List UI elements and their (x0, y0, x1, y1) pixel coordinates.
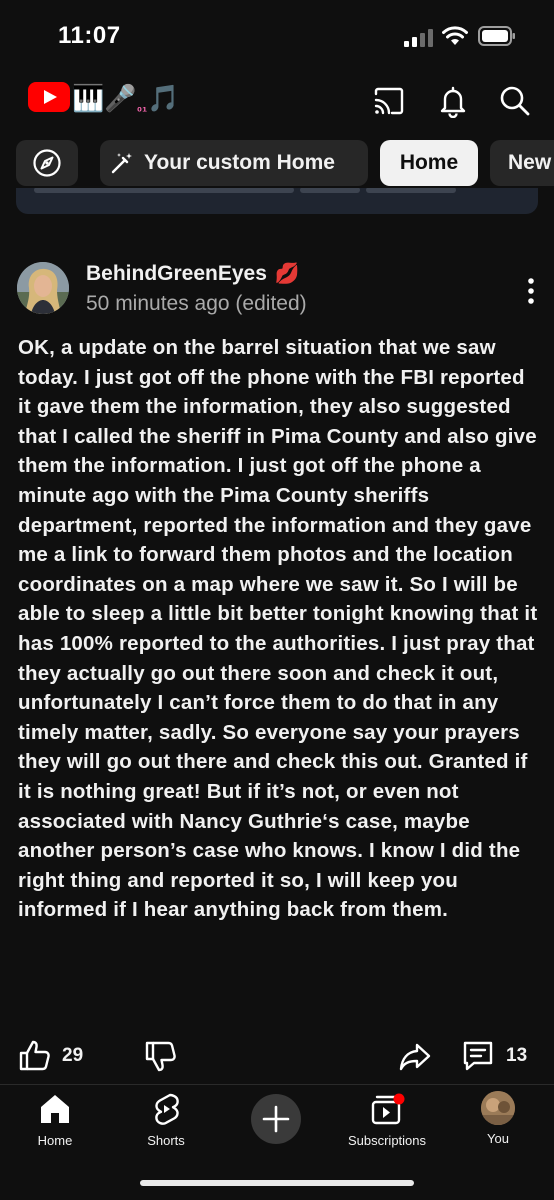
wifi-icon (442, 26, 468, 45)
post-body-text: OK, a update on the barrel situation tha… (18, 336, 538, 922)
nav-you-label: You (487, 1131, 509, 1146)
nav-shorts[interactable]: Shorts (116, 1091, 216, 1148)
like-count: 29 (62, 1045, 84, 1066)
app-header: 🎹 🎤 ₀₁ 🎵 (0, 72, 554, 132)
notifications-bell-icon[interactable] (436, 84, 470, 118)
post-action-row: 29 13 (0, 1036, 554, 1080)
home-chip[interactable]: Home (380, 140, 478, 186)
thumbs-up-icon (19, 1040, 50, 1071)
home-icon (41, 1095, 69, 1123)
notification-dot (393, 1093, 405, 1105)
explore-chip[interactable] (16, 140, 78, 186)
comment-icon (463, 1041, 493, 1071)
author-avatar-image (17, 262, 69, 314)
post-timestamp: 50 minutes ago (edited) (86, 292, 307, 315)
battery-icon (478, 26, 515, 46)
more-options-icon[interactable] (520, 276, 542, 306)
nav-you[interactable]: You (448, 1091, 548, 1146)
lips-emoji: 💋 (274, 263, 300, 285)
piano-emoji: 🎹 (72, 83, 105, 113)
custom-home-chip-label: Your custom Home (144, 151, 335, 174)
share-button[interactable] (398, 1036, 432, 1076)
music-note-emoji: 🎵 (147, 83, 180, 113)
nav-subscriptions[interactable]: Subscriptions (337, 1091, 437, 1148)
compass-icon (33, 149, 61, 177)
subscript-number-text: ₀₁ (136, 100, 148, 114)
filter-chips-row: Your custom Home Home New (0, 140, 554, 188)
plus-icon (262, 1105, 290, 1133)
subscriptions-icon (371, 1093, 405, 1125)
post-author-name: BehindGreenEyes (86, 261, 267, 285)
nav-home-label: Home (37, 1133, 73, 1148)
create-button[interactable] (251, 1094, 301, 1144)
microphone-emoji: 🎤 (104, 83, 137, 113)
magic-wand-icon (111, 153, 132, 174)
comment-count: 13 (506, 1045, 528, 1066)
nav-subscriptions-label: Subscriptions (347, 1133, 427, 1148)
dislike-button[interactable] (144, 1036, 178, 1076)
home-indicator (140, 1180, 414, 1186)
youtube-logo[interactable] (28, 82, 70, 112)
user-avatar (481, 1091, 515, 1125)
cast-icon[interactable] (372, 84, 406, 118)
new-chip-label: New (508, 151, 552, 174)
nav-home[interactable]: Home (5, 1091, 105, 1148)
like-button[interactable]: 29 (18, 1036, 83, 1076)
home-chip-label: Home (399, 151, 459, 174)
previous-card-text-fragment (34, 188, 494, 194)
status-time: 11:07 (58, 22, 121, 49)
comments-button[interactable]: 13 (460, 1036, 527, 1076)
thumbs-down-icon (145, 1041, 176, 1072)
cellular-signal-icon (404, 29, 433, 47)
previous-card-peek (16, 188, 538, 214)
custom-home-chip[interactable]: Your custom Home (100, 140, 368, 186)
post-author[interactable]: BehindGreenEyes 💋 (86, 261, 300, 286)
channel-emoji-decoration: 🎹 🎤 ₀₁ 🎵 (72, 80, 180, 116)
author-avatar[interactable] (17, 262, 69, 314)
share-arrow-icon (399, 1043, 431, 1071)
status-bar: 11:07 (0, 0, 554, 72)
new-chip[interactable]: New (490, 140, 554, 186)
nav-shorts-label: Shorts (147, 1133, 185, 1148)
shorts-icon (155, 1093, 179, 1125)
search-icon[interactable] (498, 84, 532, 118)
